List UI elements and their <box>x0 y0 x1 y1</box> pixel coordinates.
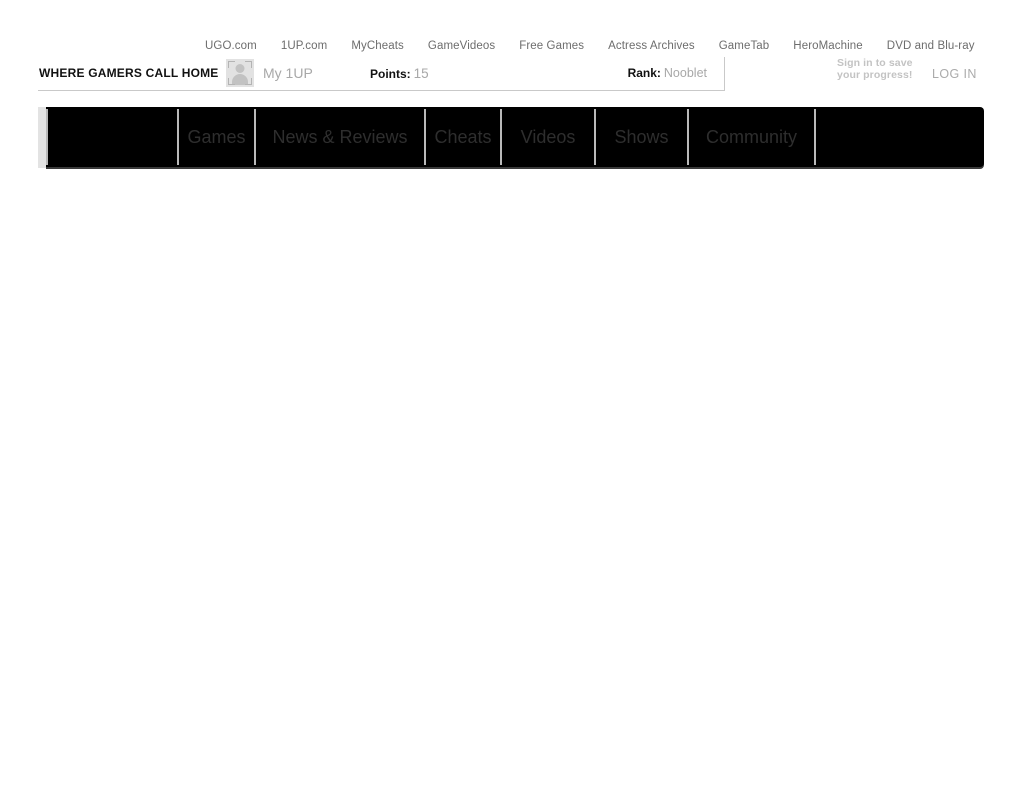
network-links: UGO.com 1UP.com MyCheats GameVideos Free… <box>205 38 975 54</box>
signin-prompt-line-1: Sign in to save <box>837 58 915 70</box>
site-tagline: WHERE GAMERS CALL HOME <box>39 66 219 80</box>
user-identity-bar: WHERE GAMERS CALL HOME My 1UP Points:15 … <box>38 57 725 91</box>
avatar-bracket-top-right <box>245 61 252 68</box>
rank-block: Rank:Nooblet <box>628 66 707 80</box>
nav-item-games[interactable]: Games <box>179 109 256 165</box>
network-link-1up[interactable]: 1UP.com <box>281 38 328 54</box>
my-account-link[interactable]: My 1UP <box>263 65 313 81</box>
nav-item-community[interactable]: Community <box>689 109 816 165</box>
rank-value: Nooblet <box>664 66 707 80</box>
network-link-free-games[interactable]: Free Games <box>519 38 584 54</box>
network-link-ugo[interactable]: UGO.com <box>205 38 257 54</box>
network-link-actress-archives[interactable]: Actress Archives <box>608 38 695 54</box>
nav-item-videos[interactable]: Videos <box>502 109 596 165</box>
network-link-gamevideos[interactable]: GameVideos <box>428 38 495 54</box>
network-link-heromachine[interactable]: HeroMachine <box>793 38 863 54</box>
nav-left-edge-stub <box>38 107 46 168</box>
main-nav-bar: Games News & Reviews Cheats Videos Shows… <box>46 107 984 167</box>
signin-prompt-line-2: your progress! <box>837 70 915 82</box>
page-root: UGO.com 1UP.com MyCheats GameVideos Free… <box>0 0 1020 788</box>
nav-item-home[interactable] <box>46 109 179 165</box>
avatar-bracket-bottom-right <box>245 78 252 85</box>
network-bar: UGO.com 1UP.com MyCheats GameVideos Free… <box>0 38 1020 58</box>
avatar-bracket-bottom-left <box>228 78 235 85</box>
network-link-gametab[interactable]: GameTab <box>719 38 770 54</box>
avatar-head-shape <box>236 64 245 73</box>
nav-item-cheats[interactable]: Cheats <box>426 109 502 165</box>
nav-item-tail[interactable] <box>816 109 982 165</box>
login-button[interactable]: LOG IN <box>932 67 977 81</box>
points-value: 15 <box>414 66 429 81</box>
nav-item-shows[interactable]: Shows <box>596 109 689 165</box>
avatar-bracket-top-left <box>228 61 235 68</box>
rank-label: Rank: <box>628 66 661 80</box>
nav-item-news-and-reviews[interactable]: News & Reviews <box>256 109 426 165</box>
main-navigation: Games News & Reviews Cheats Videos Shows… <box>38 107 984 171</box>
points-block: Points:15 <box>370 66 429 81</box>
signin-prompt: Sign in to save your progress! <box>837 58 915 81</box>
user-placeholder-icon[interactable] <box>226 59 254 87</box>
network-link-dvd-bluray[interactable]: DVD and Blu-ray <box>887 38 975 54</box>
points-label: Points: <box>370 67 411 81</box>
network-link-mycheats[interactable]: MyCheats <box>351 38 404 54</box>
